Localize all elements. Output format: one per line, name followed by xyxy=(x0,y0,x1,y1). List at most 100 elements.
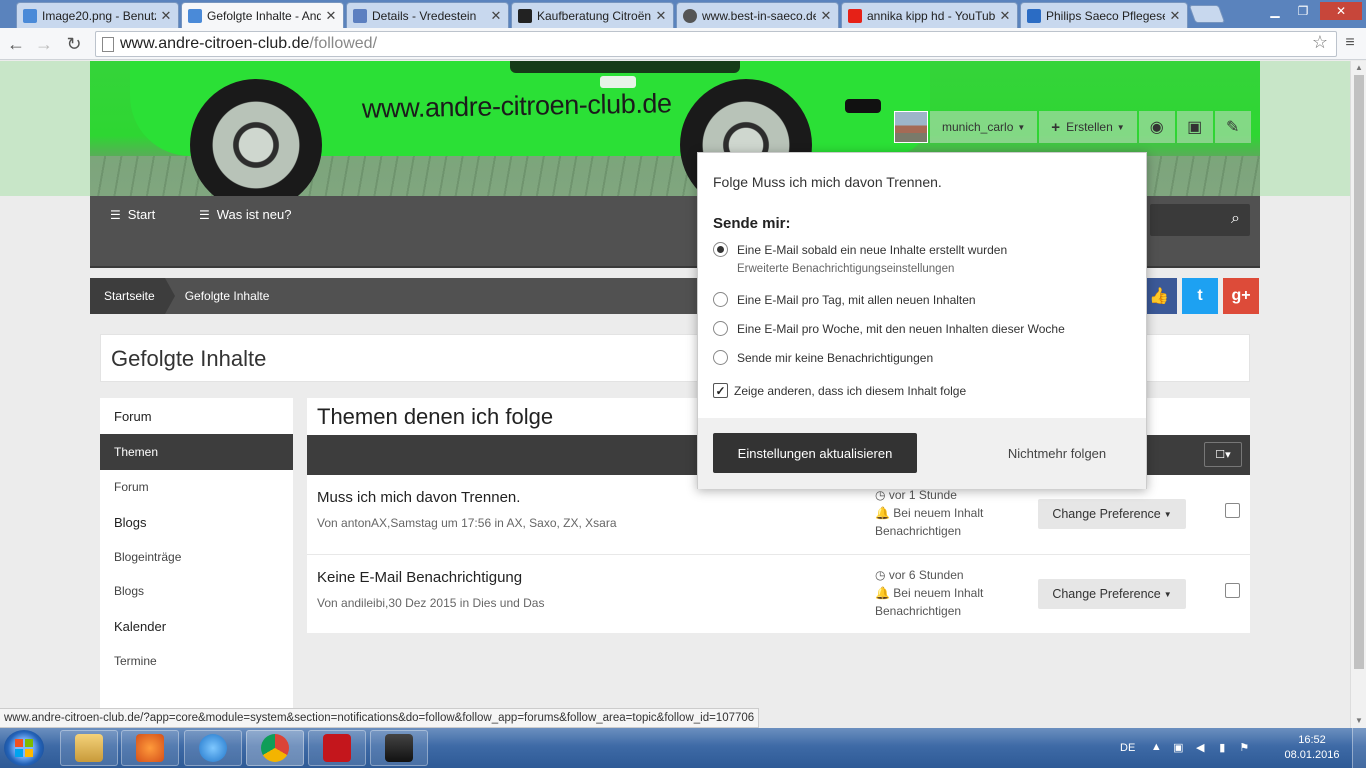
radio-daily[interactable] xyxy=(713,292,728,307)
banner-car-window xyxy=(510,61,740,73)
tab-close-icon[interactable]: ✕ xyxy=(999,8,1011,24)
follow-time: vor 6 Stunden xyxy=(888,568,964,582)
unfollow-button[interactable]: Nichtmehr folgen xyxy=(983,433,1131,473)
vertical-scrollbar[interactable]: ▲ ▼ xyxy=(1350,61,1366,728)
volume-icon[interactable]: ◀ xyxy=(1193,741,1207,755)
media-player-icon xyxy=(136,734,164,762)
media-player-taskbar-button[interactable] xyxy=(121,730,179,766)
status-bar-url: www.andre-citroen-club.de/?app=core&modu… xyxy=(0,708,760,728)
nav-item-start[interactable]: ☰ Start xyxy=(110,207,155,222)
language-indicator[interactable]: DE xyxy=(1120,742,1135,754)
sidebar-item-blogs[interactable]: Blogs xyxy=(100,574,293,608)
tab-label: Details - Vredestein xyxy=(372,8,477,23)
change-preference-button[interactable]: Change Preference ▼ xyxy=(1038,579,1186,609)
update-settings-button[interactable]: Einstellungen aktualisieren xyxy=(713,433,917,473)
follow-info: ◷ vor 1 Stunde 🔔 Bei neuem Inhalt Benach… xyxy=(875,486,1005,540)
action-center-icon[interactable]: ⚑ xyxy=(1237,741,1251,755)
tab-favicon-icon xyxy=(353,8,367,23)
breadcrumb-home[interactable]: Startseite xyxy=(90,278,175,314)
browser-tab[interactable]: Image20.png - Benutzer ✕ xyxy=(16,2,179,28)
sidebar-item-forum[interactable]: Forum xyxy=(100,470,293,504)
tray-expand-icon[interactable]: ▲ xyxy=(1149,741,1163,755)
option-immediate[interactable]: Eine E-Mail sobald ein neue Inhalte erst… xyxy=(713,242,1007,257)
popup-subhead: Sende mir: xyxy=(713,215,791,232)
url-host: www.andre-citroen-club.de xyxy=(120,35,310,52)
topic-title-link[interactable]: Keine E-Mail Benachrichtigung xyxy=(317,569,522,586)
sidebar-item-themen[interactable]: Themen xyxy=(100,434,293,470)
folder-icon xyxy=(75,734,103,762)
browser-tab[interactable]: Details - Vredestein ✕ xyxy=(346,2,509,28)
tab-close-icon[interactable]: ✕ xyxy=(655,8,667,24)
banner-car-handle xyxy=(600,76,636,88)
googleplus-icon[interactable]: g+ xyxy=(1223,278,1259,314)
select-menu-button[interactable]: ☐▾ xyxy=(1204,442,1242,467)
tab-close-icon[interactable]: ✕ xyxy=(490,8,502,24)
browser-tab[interactable]: www.best-in-saeco.de ✕ xyxy=(676,2,839,28)
tab-close-icon[interactable]: ✕ xyxy=(820,8,832,24)
scrollbar-thumb[interactable] xyxy=(1354,75,1364,669)
browser-tab[interactable]: Kaufberatung Citroën ✕ xyxy=(511,2,674,28)
forward-arrow-icon[interactable]: → xyxy=(32,32,56,56)
browser-tab[interactable]: Philips Saeco Pflegeset ✕ xyxy=(1020,2,1188,28)
radio-immediate[interactable] xyxy=(713,242,728,257)
signal-icon[interactable]: ▮ xyxy=(1215,741,1229,755)
tab-close-icon[interactable]: ✕ xyxy=(160,8,172,24)
address-bar[interactable]: www.andre-citroen-club.de/followed/ ☆ xyxy=(95,31,1337,57)
change-preference-button[interactable]: Change Preference ▼ xyxy=(1038,499,1186,529)
search-icon[interactable]: ⌕ xyxy=(1231,210,1240,228)
row-checkbox[interactable] xyxy=(1225,503,1240,518)
tab-label: www.best-in-saeco.de xyxy=(702,8,816,23)
window-close-icon[interactable]: ✕ xyxy=(1320,2,1362,20)
show-following-checkbox[interactable]: ✓ xyxy=(713,383,728,398)
show-desktop-button[interactable] xyxy=(1352,728,1366,768)
tab-label: Image20.png - Benutzer xyxy=(42,8,156,23)
camera-app-taskbar-button[interactable] xyxy=(370,730,428,766)
sidebar-item-blogeintraege[interactable]: Blogeinträge xyxy=(100,540,293,574)
browser-toolbar: ← → ↻ www.andre-citroen-club.de/followed… xyxy=(0,28,1366,60)
ie-taskbar-button[interactable] xyxy=(184,730,242,766)
option-weekly[interactable]: Eine E-Mail pro Woche, mit den neuen Inh… xyxy=(713,321,1065,336)
list-icon: ☰ xyxy=(110,207,121,222)
row-checkbox[interactable] xyxy=(1225,583,1240,598)
explorer-taskbar-button[interactable] xyxy=(60,730,118,766)
search-box[interactable]: ⌕ xyxy=(1150,204,1250,236)
browser-menu-icon[interactable]: ≡ xyxy=(1340,34,1360,54)
back-arrow-icon[interactable]: ← xyxy=(4,32,28,56)
tab-close-icon[interactable]: ✕ xyxy=(325,8,337,24)
radio-weekly[interactable] xyxy=(713,321,728,336)
globe-icon[interactable]: ◉ xyxy=(1138,111,1175,143)
twitter-icon[interactable]: t xyxy=(1182,278,1218,314)
popup-arrow xyxy=(1104,427,1128,439)
scroll-up-icon[interactable]: ▲ xyxy=(1351,61,1366,75)
clock[interactable]: 16:52 08.01.2016 xyxy=(1282,733,1342,763)
show-following-option[interactable]: ✓ Zeige anderen, dass ich diesem Inhalt … xyxy=(713,383,966,398)
tab-close-icon[interactable]: ✕ xyxy=(1169,8,1181,24)
restore-icon[interactable]: ❐ xyxy=(1290,2,1316,20)
button-label: Change Preference xyxy=(1052,507,1161,521)
acrobat-taskbar-button[interactable] xyxy=(308,730,366,766)
chrome-taskbar-button[interactable] xyxy=(246,730,304,766)
advanced-settings-link[interactable]: Erweiterte Benachrichtigungseinstellunge… xyxy=(737,263,954,275)
option-none[interactable]: Sende mir keine Benachrichtigungen xyxy=(713,350,933,365)
bookmark-star-icon[interactable]: ☆ xyxy=(1312,32,1328,53)
minimize-icon[interactable]: ▁ xyxy=(1262,2,1288,20)
option-daily[interactable]: Eine E-Mail pro Tag, mit allen neuen Inh… xyxy=(713,292,976,307)
windows-logo-icon xyxy=(15,739,33,757)
network-alert-icon[interactable]: ▣ xyxy=(1171,741,1185,755)
browser-tab-active[interactable]: Gefolgte Inhalte - André ✕ xyxy=(181,2,344,28)
avatar[interactable] xyxy=(894,111,928,143)
start-button[interactable] xyxy=(4,730,44,766)
inbox-icon[interactable]: ▣ xyxy=(1176,111,1213,143)
user-menu-button[interactable]: munich_carlo ▼ xyxy=(930,111,1038,143)
scroll-down-icon[interactable]: ▼ xyxy=(1351,714,1366,728)
reload-icon[interactable]: ↻ xyxy=(62,32,86,56)
radio-none[interactable] xyxy=(713,350,728,365)
nav-item-whats-new[interactable]: ☰ Was ist neu? xyxy=(199,207,291,222)
topic-title-link[interactable]: Muss ich mich davon Trennen. xyxy=(317,489,520,506)
sidebar-item-termine[interactable]: Termine xyxy=(100,644,293,678)
new-tab-button[interactable] xyxy=(1188,5,1226,23)
browser-tab[interactable]: annika kipp hd - YouTube ✕ xyxy=(841,2,1018,28)
plus-icon: + xyxy=(1051,118,1061,136)
brush-icon[interactable]: ✎ xyxy=(1214,111,1251,143)
create-menu-button[interactable]: + Erstellen ▼ xyxy=(1039,111,1137,143)
